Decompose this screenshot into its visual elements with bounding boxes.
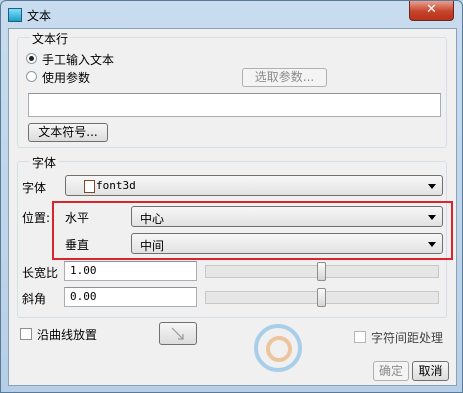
title-bar[interactable]: 文本 ✕ bbox=[1, 1, 462, 28]
slant-value: 0.00 bbox=[70, 290, 97, 303]
char-spacing-label[interactable]: 字符间距处理 bbox=[371, 329, 443, 346]
window-title: 文本 bbox=[27, 9, 52, 23]
highlight-annotation-box bbox=[52, 201, 453, 260]
text-symbol-button[interactable]: 文本符号... bbox=[28, 123, 108, 142]
aspect-ratio-input[interactable]: 1.00 bbox=[64, 261, 197, 281]
text-dialog-window: 文本 ✕ 文本行 手工输入文本 使用参数 选取参数... 文本符号... 字体 … bbox=[0, 0, 463, 393]
slant-label: 斜角 bbox=[22, 292, 47, 306]
arrow-diagonal-icon bbox=[171, 327, 184, 340]
flip-direction-button[interactable] bbox=[159, 322, 197, 345]
manual-text-radio-label[interactable]: 手工输入文本 bbox=[42, 51, 114, 68]
char-spacing-checkbox[interactable] bbox=[354, 331, 366, 343]
dialog-client-area: 文本行 手工输入文本 使用参数 选取参数... 文本符号... 字体 字体 fo… bbox=[8, 28, 457, 386]
aspect-ratio-value: 1.00 bbox=[70, 264, 97, 277]
cancel-button[interactable]: 取消 bbox=[412, 361, 449, 381]
slant-slider-thumb[interactable] bbox=[317, 288, 326, 307]
slant-input[interactable]: 0.00 bbox=[64, 287, 197, 307]
aspect-ratio-slider-thumb[interactable] bbox=[317, 262, 326, 281]
text-line-group-label: 文本行 bbox=[30, 30, 71, 47]
manual-text-radio[interactable] bbox=[26, 53, 37, 64]
aspect-ratio-label: 长宽比 bbox=[22, 266, 59, 280]
use-parameter-radio-label[interactable]: 使用参数 bbox=[42, 69, 90, 86]
select-parameter-button[interactable]: 选取参数... bbox=[242, 68, 327, 87]
along-curve-label[interactable]: 沿曲线放置 bbox=[37, 326, 97, 343]
font-label: 字体 bbox=[22, 181, 47, 195]
app-icon bbox=[8, 8, 22, 22]
font-file-icon bbox=[84, 180, 95, 193]
text-line-group: 文本行 手工输入文本 使用参数 选取参数... 文本符号... bbox=[17, 30, 447, 148]
font-dropdown[interactable]: font3d bbox=[65, 175, 443, 196]
chevron-down-icon bbox=[428, 184, 436, 189]
position-label: 位置: bbox=[22, 211, 51, 225]
font-dropdown-value: font3d bbox=[96, 179, 136, 192]
along-curve-checkbox[interactable] bbox=[20, 328, 32, 340]
font-group-label: 字体 bbox=[30, 154, 59, 171]
close-button[interactable]: ✕ bbox=[409, 1, 454, 21]
use-parameter-radio[interactable] bbox=[26, 71, 37, 82]
ok-button[interactable]: 确定 bbox=[373, 361, 409, 381]
text-input-field[interactable] bbox=[28, 93, 441, 117]
